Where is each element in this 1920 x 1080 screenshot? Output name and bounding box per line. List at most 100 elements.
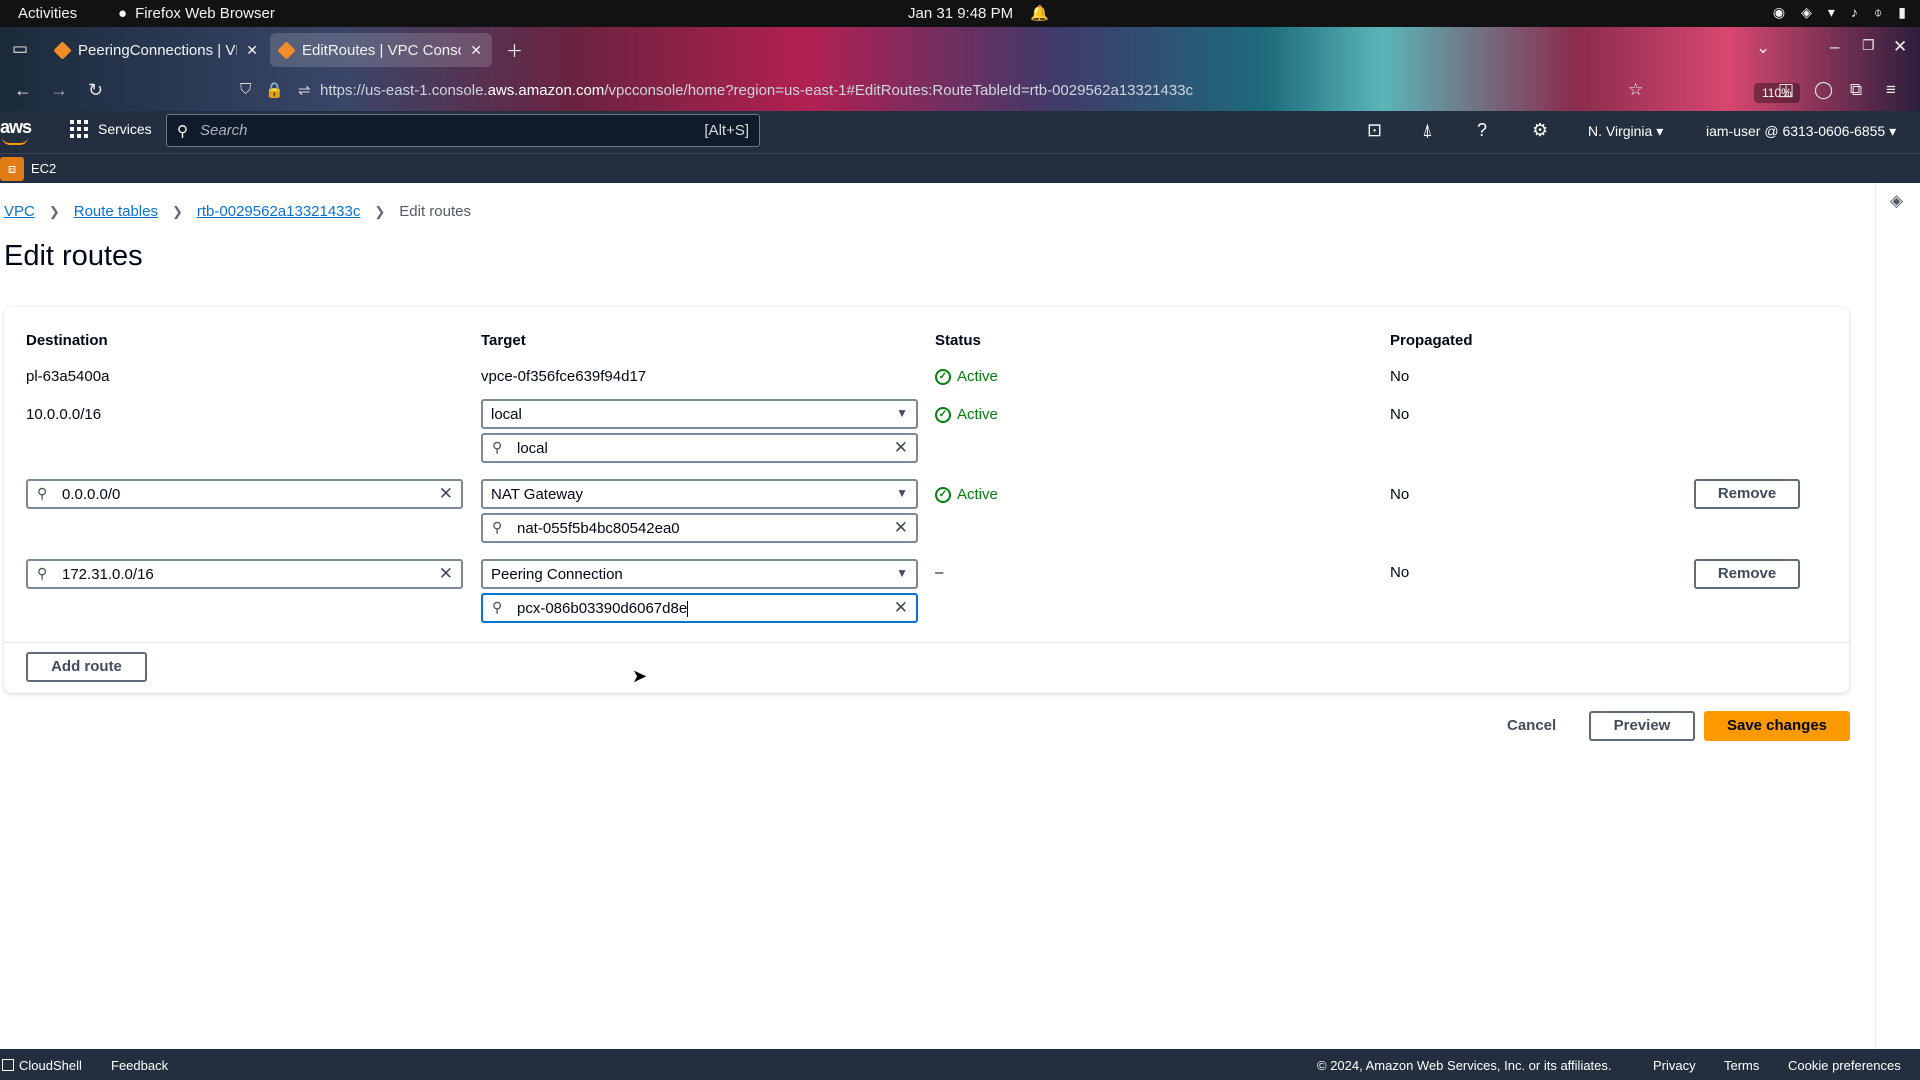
clear-icon[interactable]: ✕: [894, 598, 908, 618]
add-route-button[interactable]: Add route: [26, 652, 147, 682]
clear-icon[interactable]: ✕: [894, 438, 908, 458]
aws-favicon-icon: [53, 40, 72, 60]
account-icon[interactable]: ◯: [1814, 80, 1833, 100]
menu-icon[interactable]: ≡: [1886, 80, 1896, 100]
firefox-icon: ●: [118, 5, 128, 22]
restore-icon[interactable]: ❐: [1862, 37, 1875, 54]
notification-bell-icon: 🔔: [1030, 5, 1049, 22]
target-type-select[interactable]: local ▼: [481, 399, 918, 429]
bookmark-star-icon[interactable]: ☆: [1628, 80, 1643, 100]
app-menu[interactable]: ● Firefox Web Browser: [118, 5, 275, 22]
console-footer: CloudShell Feedback © 2024, Amazon Web S…: [0, 1049, 1920, 1080]
row-propagated: No: [1390, 406, 1410, 423]
minimize-icon[interactable]: –: [1830, 37, 1839, 57]
tab-title: EditRoutes | VPC Console: [302, 41, 462, 59]
info-panel-icon[interactable]: ◈: [1890, 191, 1903, 211]
tab-overview-icon[interactable]: ▭: [12, 39, 28, 59]
target-id-input[interactable]: ⚲ local ✕: [481, 433, 918, 463]
notifications-icon[interactable]: ⍋: [1422, 120, 1433, 141]
forward-icon[interactable]: →: [50, 80, 68, 101]
status-text: Active: [957, 486, 998, 503]
account-menu[interactable]: iam-user @ 6313-0606-6855 ▾: [1706, 123, 1896, 140]
search-icon: ⚲: [492, 599, 503, 615]
cloudshell-icon: [2, 1059, 14, 1071]
breadcrumb-route-tables[interactable]: Route tables: [74, 203, 158, 220]
row-target: vpce-0f356fce639f94d17: [481, 368, 647, 385]
grid-icon: [70, 120, 88, 138]
battery-icon: ▮: [1898, 4, 1906, 20]
destination-input[interactable]: ⚲ 0.0.0.0/0 ✕: [26, 479, 463, 509]
ec2-icon[interactable]: ⧈: [0, 157, 24, 181]
status-badge: ✓ Active: [935, 486, 998, 503]
help-icon[interactable]: ?: [1477, 120, 1487, 141]
target-type-select[interactable]: NAT Gateway ▼: [481, 479, 918, 509]
input-value: local: [517, 440, 548, 457]
search-icon: ⚲: [37, 485, 48, 501]
status-text: Active: [957, 368, 998, 385]
ec2-shortcut[interactable]: EC2: [31, 161, 56, 176]
breadcrumb-vpc[interactable]: VPC: [4, 203, 35, 220]
system-tray[interactable]: ◉ ◈ ▾ ♪ ⌽ ▮: [1773, 4, 1906, 21]
clear-icon[interactable]: ✕: [439, 564, 453, 584]
search-placeholder: Search: [200, 122, 248, 139]
close-tab-icon[interactable]: ✕: [470, 42, 482, 59]
feedback-link[interactable]: Feedback: [111, 1058, 168, 1073]
aws-top-nav: aws Services ⚲ Search [Alt+S] ⊡ ⍋ ? ⚙ N.…: [0, 111, 1920, 153]
region-selector[interactable]: N. Virginia ▾: [1588, 123, 1663, 140]
url-bar[interactable]: ⛉ 🔒 ⇌ https://us-east-1.console.aws.amaz…: [180, 75, 1800, 107]
services-menu[interactable]: Services: [70, 120, 152, 138]
new-tab-icon[interactable]: ＋: [506, 37, 523, 62]
target-id-input[interactable]: ⚲ nat-055f5b4bc80542ea0 ✕: [481, 513, 918, 543]
close-tab-icon[interactable]: ✕: [246, 42, 258, 59]
back-icon[interactable]: ←: [14, 80, 32, 101]
clear-icon[interactable]: ✕: [894, 518, 908, 538]
mouse-cursor-icon: ➤: [632, 666, 648, 686]
search-input[interactable]: ⚲ Search [Alt+S]: [166, 114, 760, 147]
site-info[interactable]: ⛉ 🔒 ⇌: [240, 81, 311, 99]
check-circle-icon: ✓: [935, 406, 951, 423]
cancel-button[interactable]: Cancel: [1507, 717, 1556, 734]
cloudshell-button[interactable]: CloudShell: [2, 1058, 82, 1073]
cloudshell-icon[interactable]: ⊡: [1367, 120, 1382, 141]
right-utility-bar: ◈: [1875, 183, 1920, 1049]
check-circle-icon: ✓: [935, 486, 951, 503]
search-icon: ⚲: [37, 565, 48, 581]
aws-logo[interactable]: aws: [0, 117, 32, 145]
input-value: pcx-086b03390d6067d8e: [517, 600, 688, 617]
reload-icon[interactable]: ↻: [88, 80, 103, 101]
routes-panel: Destination Target Status Propagated pl-…: [4, 307, 1849, 693]
breadcrumb-route-table-id[interactable]: rtb-0029562a13321433c: [197, 203, 360, 220]
target-id-input[interactable]: ⚲ pcx-086b03390d6067d8e ✕: [481, 593, 918, 623]
clock[interactable]: Jan 31 9:48 PM: [908, 5, 1013, 22]
volume-icon: ♪: [1850, 4, 1858, 20]
check-circle-icon: ✓: [935, 368, 951, 385]
save-changes-button[interactable]: Save changes: [1704, 711, 1850, 741]
remove-route-button[interactable]: Remove: [1694, 559, 1800, 589]
list-tabs-icon[interactable]: ⌄: [1756, 38, 1770, 58]
settings-gear-icon[interactable]: ⚙: [1532, 120, 1548, 141]
tab-title: PeeringConnections | VPC Console: [78, 41, 237, 59]
remove-route-button[interactable]: Remove: [1694, 479, 1800, 509]
mic-icon: ⌽: [1873, 4, 1883, 20]
pocket-icon[interactable]: ◫: [1778, 80, 1794, 100]
url-text[interactable]: https://us-east-1.console.aws.amazon.com…: [320, 82, 1193, 99]
extensions-icon[interactable]: ⧉: [1850, 80, 1862, 100]
activities-button[interactable]: Activities: [18, 5, 77, 22]
browser-chrome: ▭ PeeringConnections | VPC Console ✕ Edi…: [0, 27, 1920, 111]
target-type-select[interactable]: Peering Connection ▼: [481, 559, 918, 589]
close-window-icon[interactable]: ✕: [1893, 37, 1907, 57]
preview-button[interactable]: Preview: [1589, 711, 1695, 741]
status-text: Active: [957, 406, 998, 423]
cookie-preferences-link[interactable]: Cookie preferences: [1788, 1058, 1901, 1073]
terms-link[interactable]: Terms: [1724, 1058, 1759, 1073]
header-destination: Destination: [26, 332, 108, 349]
privacy-link[interactable]: Privacy: [1653, 1058, 1696, 1073]
tab-strip: ▭ PeeringConnections | VPC Console ✕ Edi…: [0, 27, 1920, 71]
update-icon: ◈: [1801, 4, 1812, 20]
navigation-toolbar: ← → ↻ ⛉ 🔒 ⇌ https://us-east-1.console.aw…: [0, 71, 1920, 111]
destination-input[interactable]: ⚲ 172.31.0.0/16 ✕: [26, 559, 463, 589]
tab-peering-connections[interactable]: PeeringConnections | VPC Console ✕: [46, 33, 268, 67]
tab-edit-routes[interactable]: EditRoutes | VPC Console ✕: [270, 33, 492, 67]
services-label: Services: [98, 121, 152, 137]
clear-icon[interactable]: ✕: [439, 484, 453, 504]
